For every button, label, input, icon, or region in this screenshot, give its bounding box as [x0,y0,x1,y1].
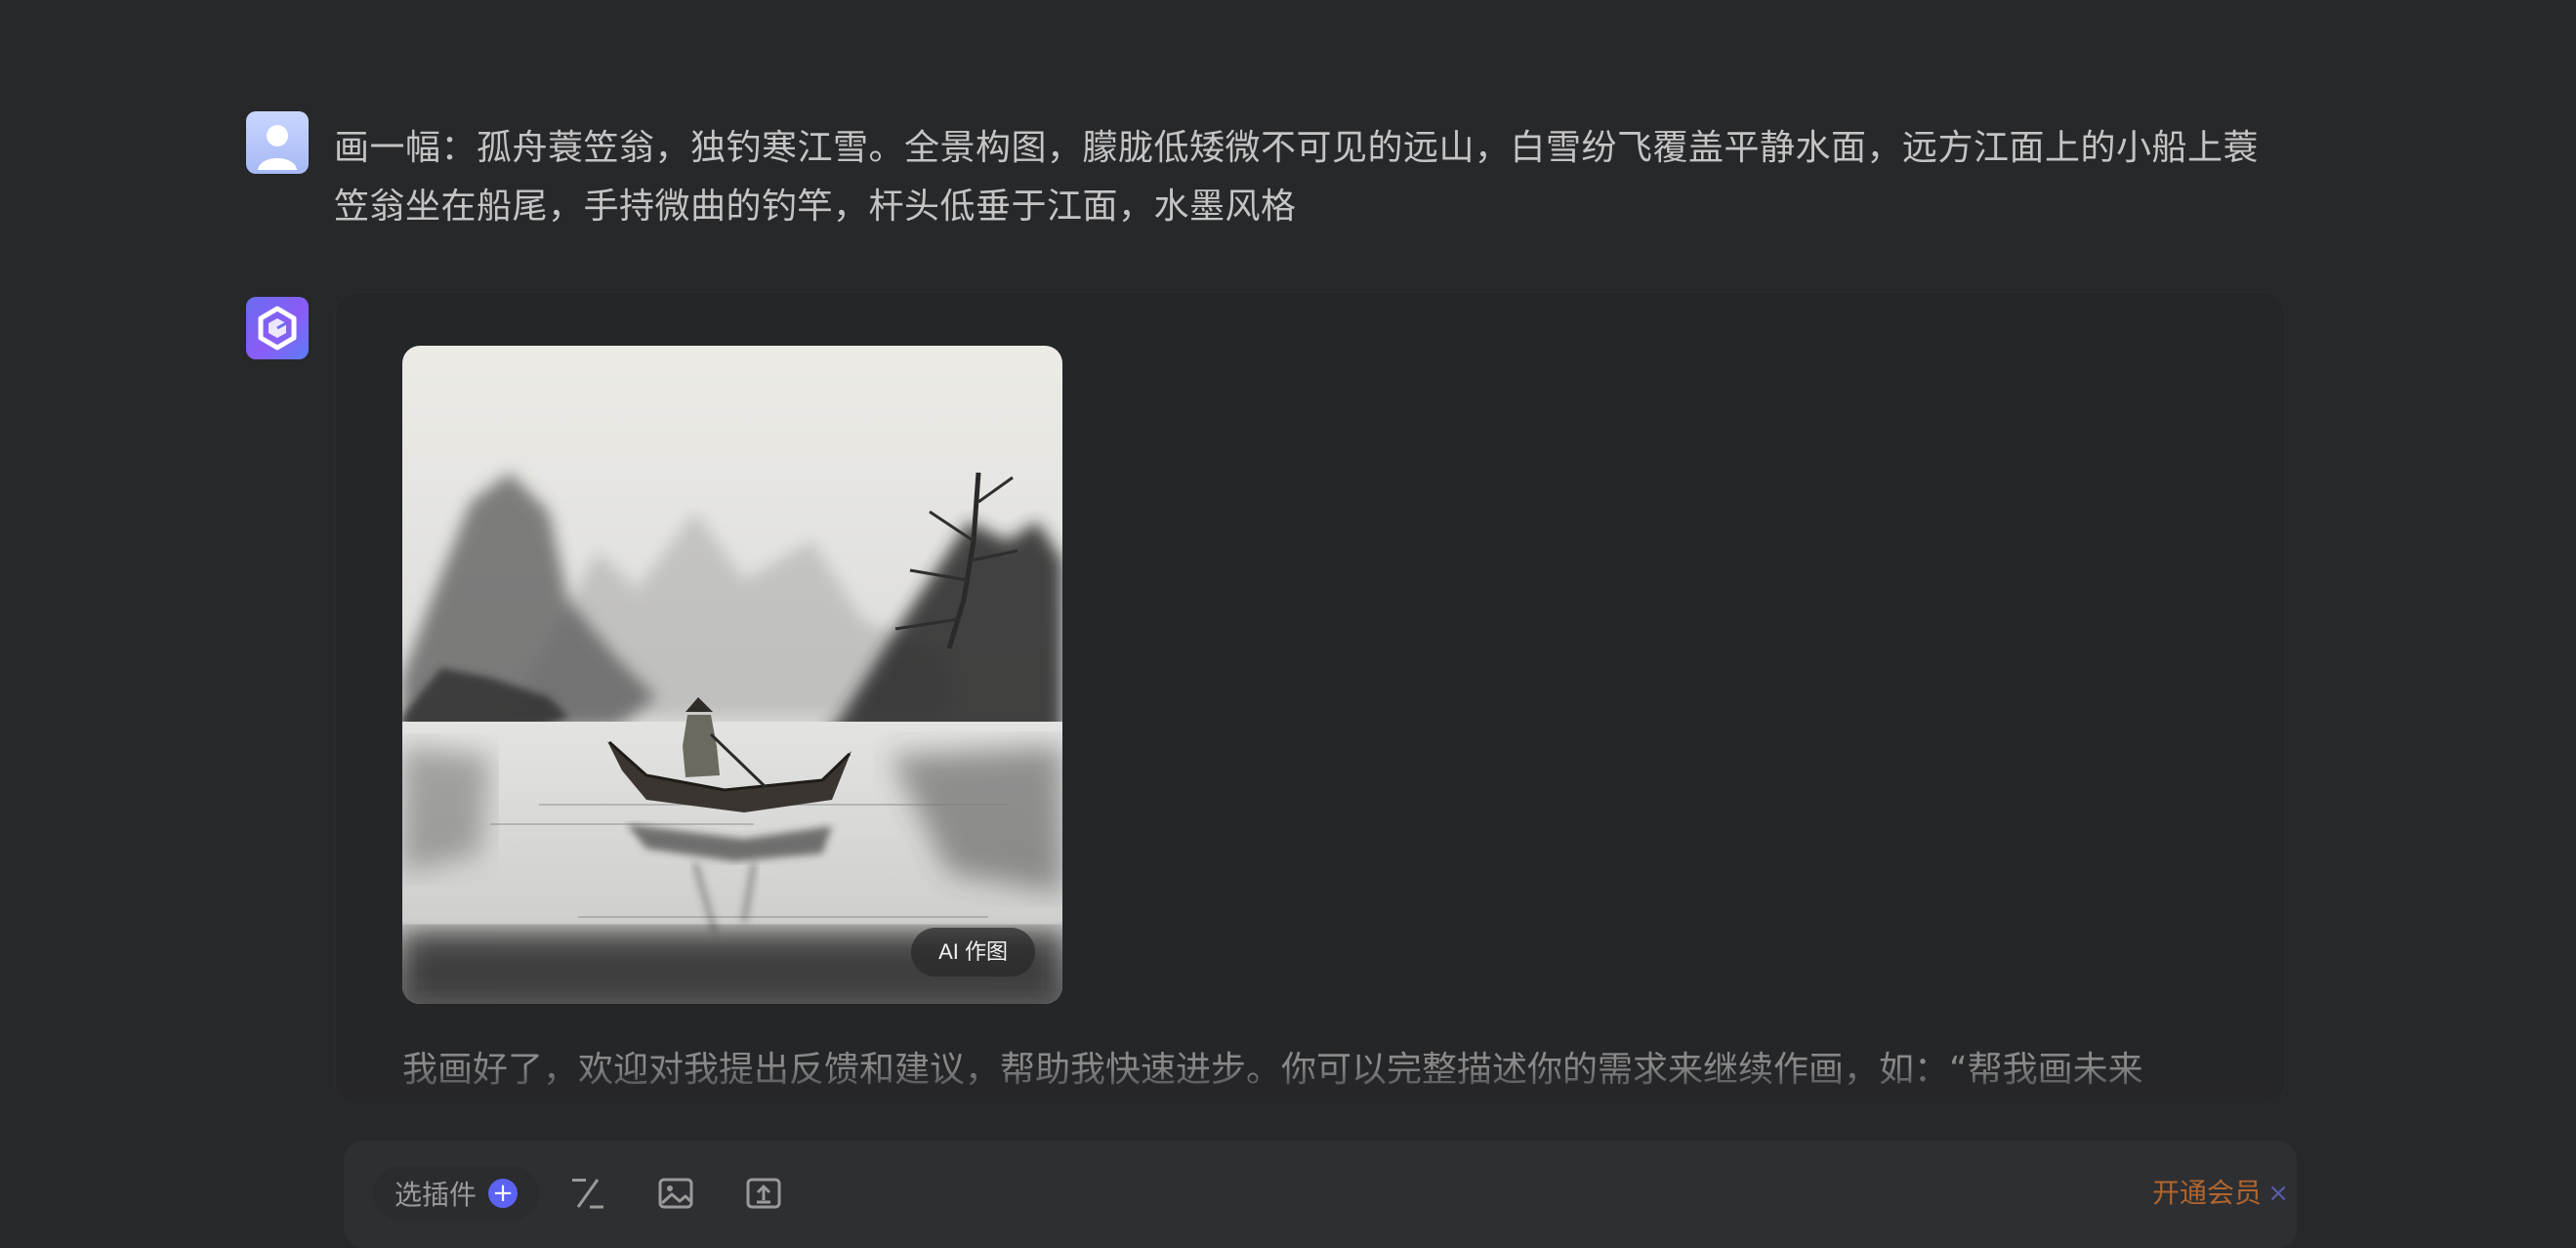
select-plugin-label: 选插件 [395,1179,478,1211]
plus-icon: + [488,1179,519,1208]
select-plugin-button[interactable]: 选插件 + [373,1166,540,1221]
upload-icon[interactable] [744,1174,783,1213]
bot-avatar [246,297,309,359]
scroll-fade [336,1074,2285,1133]
composer-bar[interactable] [344,1141,2297,1248]
user-avatar [246,111,309,174]
close-icon[interactable]: × [2267,1174,2289,1213]
generated-image[interactable]: AI 作图 [402,346,1062,1004]
user-message: 画一幅：孤舟蓑笠翁，独钓寒江雪。全景构图，朦胧低矮微不可见的远山，白雪纷飞覆盖平… [334,128,2260,227]
image-icon[interactable] [656,1174,695,1213]
ai-image-badge: AI 作图 [911,928,1035,977]
vip-upgrade-link[interactable]: 开通会员 [2152,1174,2262,1213]
slash-command-icon[interactable] [568,1174,607,1213]
